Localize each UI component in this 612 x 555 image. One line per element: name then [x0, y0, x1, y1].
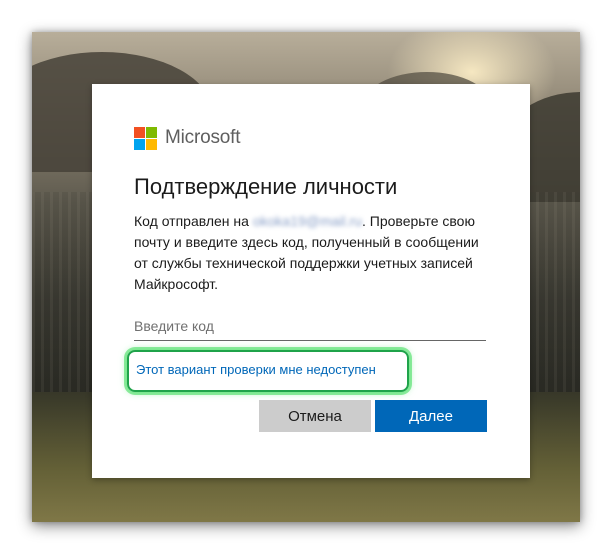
code-input[interactable] — [134, 312, 486, 341]
next-button[interactable]: Далее — [375, 400, 487, 432]
background-photo: Microsoft Подтверждение личности Код отп… — [32, 32, 580, 522]
dialog-description: Код отправлен на okoka19@mail.ru. Провер… — [134, 211, 494, 295]
verification-dialog: Microsoft Подтверждение личности Код отп… — [92, 84, 530, 478]
brand-name: Microsoft — [165, 127, 241, 148]
microsoft-logo-icon — [134, 126, 157, 150]
masked-email: okoka19@mail.ru — [252, 213, 362, 229]
cancel-button[interactable]: Отмена — [259, 400, 371, 432]
dialog-title: Подтверждение личности — [134, 174, 398, 199]
alt-verification-link[interactable]: Этот вариант проверки мне недоступен — [136, 362, 376, 377]
microsoft-logo: Microsoft — [134, 126, 240, 150]
description-prefix: Код отправлен на — [134, 213, 253, 229]
